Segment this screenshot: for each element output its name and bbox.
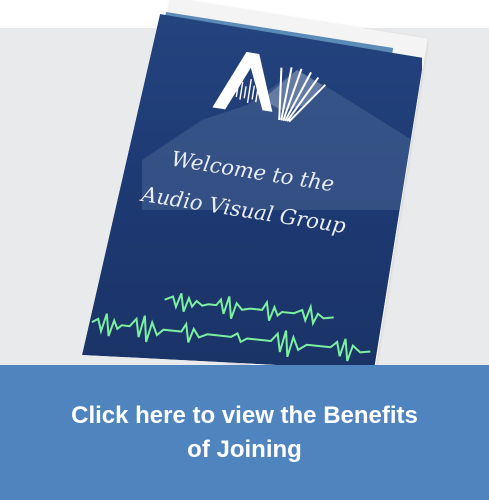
view-benefits-label: Click here to view the Benefits of Joini… [35,399,455,467]
brochure-cover: Welcome to the Audio Visual Group [82,14,422,370]
view-benefits-label-line2: of Joining [187,435,302,463]
view-benefits-button[interactable]: Click here to view the Benefits of Joini… [0,365,489,500]
brochure-image[interactable]: Welcome to the Audio Visual Group [82,0,428,390]
view-benefits-label-line1: Click here to view the Benefits [71,401,418,429]
benefits-card[interactable]: Welcome to the Audio Visual Group Click … [0,0,489,500]
